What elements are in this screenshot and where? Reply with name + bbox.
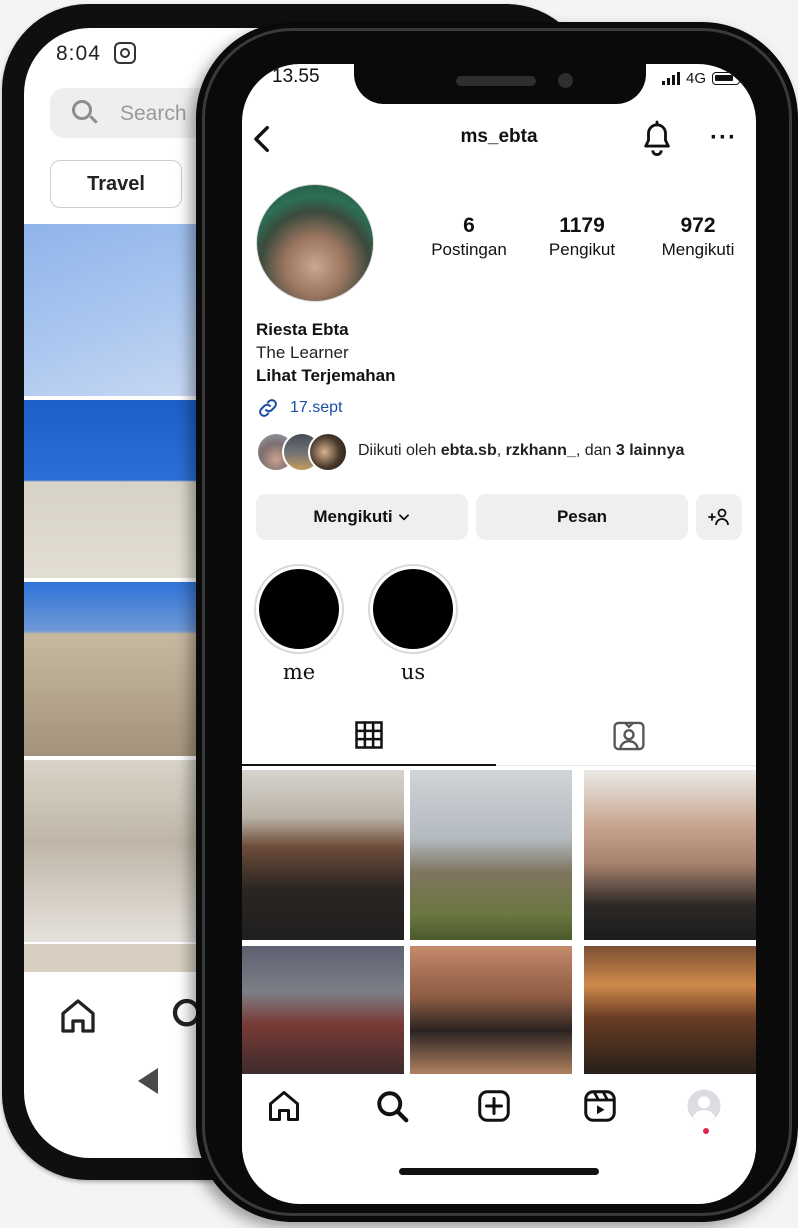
foreground-phone: 13.55 4G ms_ebta ··· 6 Postingan 1179 Pe… — [196, 22, 798, 1222]
see-translation-link[interactable]: Lihat Terjemahan — [256, 366, 396, 386]
bell-icon[interactable] — [640, 120, 674, 158]
post-thumbnail[interactable] — [584, 770, 756, 940]
background-category-chip[interactable]: Travel — [50, 160, 182, 208]
posts-label: Postingan — [431, 240, 507, 259]
profile-username: ms_ebta — [460, 126, 538, 147]
followers-stat[interactable]: 1179 Pengikut — [532, 214, 632, 260]
mutual-followers-others: 3 lainnya — [615, 442, 685, 459]
network-type: 4G — [685, 70, 706, 87]
speaker-grille — [456, 76, 536, 86]
tagged-user-icon — [613, 721, 645, 751]
post-thumbnail[interactable] — [242, 946, 404, 1076]
signal-icon — [661, 72, 680, 85]
link-icon — [259, 399, 277, 417]
home-icon[interactable] — [266, 1088, 302, 1124]
notification-dot — [703, 1128, 709, 1134]
profile-bio: The Learner — [256, 343, 349, 362]
tab-tagged[interactable] — [502, 706, 756, 766]
explore-tile[interactable] — [24, 400, 224, 578]
separator: , — [496, 442, 506, 459]
highlight-label: me — [282, 660, 316, 684]
mutual-followers-avatars[interactable] — [256, 432, 350, 472]
avatar — [308, 432, 348, 472]
tab-posts[interactable] — [242, 706, 496, 766]
following-stat[interactable]: 972 Mengikuti — [640, 214, 756, 260]
search-icon[interactable] — [374, 1088, 410, 1124]
profile-screen: 13.55 4G ms_ebta ··· 6 Postingan 1179 Pe… — [242, 64, 756, 1204]
chevron-down-icon — [398, 514, 409, 521]
explore-tile[interactable] — [24, 944, 224, 972]
post-thumbnail[interactable] — [242, 770, 404, 940]
instagram-icon — [114, 42, 136, 64]
status-indicators: 4G — [661, 70, 743, 87]
following-button-label: Mengikuti — [313, 507, 393, 526]
home-indicator[interactable] — [399, 1168, 599, 1175]
background-search-placeholder: Search — [120, 102, 187, 125]
profile-avatar[interactable] — [256, 184, 374, 302]
mutual-follower-1: ebta.sb — [440, 442, 497, 459]
followers-count: 1179 — [559, 214, 605, 237]
explore-tile[interactable] — [24, 582, 224, 756]
back-triangle-icon[interactable] — [138, 1068, 158, 1094]
story-highlight[interactable]: me — [254, 564, 344, 684]
highlight-cover — [368, 564, 458, 654]
more-horizontal-icon[interactable]: ··· — [710, 124, 737, 152]
following-count: 972 — [680, 214, 716, 237]
posts-count: 6 — [463, 214, 475, 237]
reels-icon[interactable] — [582, 1088, 618, 1124]
posts-stat[interactable]: 6 Postingan — [410, 214, 528, 260]
explore-tile[interactable] — [24, 760, 224, 942]
following-label: Mengikuti — [661, 240, 735, 259]
search-icon — [72, 100, 92, 120]
profile-tabs — [242, 706, 756, 766]
explore-tile[interactable] — [24, 224, 224, 396]
highlight-label: us — [400, 660, 426, 684]
background-status-time: 8:04 — [56, 42, 101, 65]
add-post-icon[interactable] — [476, 1088, 512, 1124]
followed-by-prefix: Diikuti oleh — [358, 442, 441, 459]
mutual-follower-2: rzkhann_ — [505, 442, 576, 459]
profile-link-text: 17.sept — [290, 399, 343, 416]
bottom-navigation — [242, 1074, 756, 1154]
mutual-followers-text[interactable]: Diikuti oleh ebta.sb, rzkhann_, dan 3 la… — [358, 442, 684, 460]
post-thumbnail[interactable] — [410, 946, 572, 1076]
separator: , dan — [575, 442, 616, 459]
profile-link[interactable]: 17.sept — [256, 396, 342, 420]
status-time: 13.55 — [272, 66, 320, 87]
post-thumbnail[interactable] — [410, 770, 572, 940]
followers-label: Pengikut — [548, 240, 616, 259]
home-icon[interactable] — [58, 996, 98, 1036]
grid-icon — [355, 721, 383, 749]
highlight-cover — [254, 564, 344, 654]
front-camera — [558, 73, 573, 88]
following-button[interactable]: Mengikuti — [256, 494, 468, 540]
message-button[interactable]: Pesan — [476, 494, 688, 540]
profile-display-name: Riesta Ebta — [256, 320, 349, 339]
battery-icon — [712, 72, 743, 85]
story-highlight[interactable]: us — [368, 564, 458, 684]
post-thumbnail[interactable] — [584, 946, 756, 1076]
add-user-button[interactable] — [696, 494, 742, 540]
add-user-icon — [708, 508, 729, 526]
profile-avatar-icon[interactable] — [686, 1088, 722, 1124]
phone-notch — [354, 64, 646, 104]
